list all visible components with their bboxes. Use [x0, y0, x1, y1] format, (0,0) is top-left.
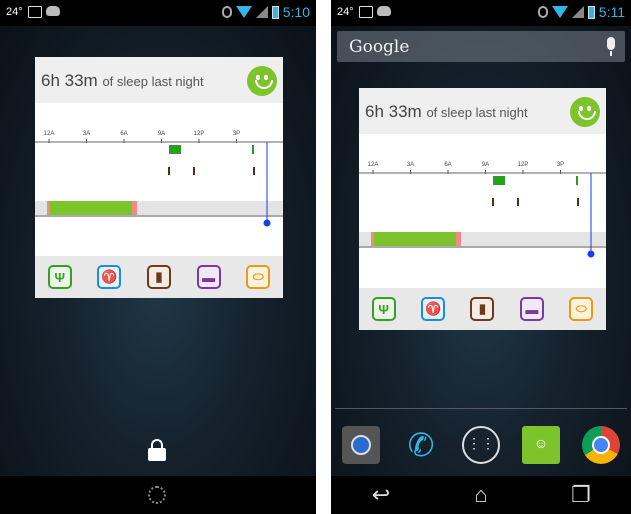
activity-bar: Ψ ♈ ▮ ▬ ⬭	[359, 288, 606, 330]
wake-marker	[371, 232, 374, 246]
lock-icon[interactable]	[148, 439, 166, 461]
tick-label: 3A	[407, 162, 414, 168]
exercise-icon[interactable]: ♈	[97, 265, 122, 289]
smiley-icon[interactable]	[247, 66, 277, 96]
loading-spinner-icon	[148, 486, 166, 504]
widget-header: 6h 33m of sleep last night	[35, 57, 283, 103]
tick-label: 12P	[194, 131, 205, 137]
sleep-bar	[374, 232, 456, 246]
clock: 5:10	[282, 4, 310, 20]
coffee-marker	[168, 167, 170, 175]
sleep-summary: 6h 33m of sleep last night	[365, 102, 528, 122]
exercise-marker	[169, 145, 181, 154]
rotation-icon	[537, 6, 548, 18]
signal-icon	[255, 6, 268, 18]
microphone-icon[interactable]	[607, 37, 615, 56]
tick-label: 9A	[482, 162, 489, 168]
exercise-marker	[252, 145, 254, 154]
medication-icon[interactable]: ⬭	[569, 297, 594, 321]
coffee-icon[interactable]: ▮	[470, 297, 495, 321]
status-bar: 24° 5:10	[0, 0, 316, 26]
tick-label: 6A	[120, 131, 127, 137]
medication-icon[interactable]: ⬭	[246, 265, 271, 289]
sleep-suffix: of sleep last night	[102, 74, 204, 89]
sleep-timeline: 12A 3A 6A 9A 12P 3P	[359, 162, 606, 258]
coffee-marker	[492, 198, 494, 206]
coffee-icon[interactable]: ▮	[146, 265, 171, 289]
sleep-timeline: 12A 3A 6A 9A 12P 3P	[35, 131, 283, 227]
coffee-marker	[517, 198, 519, 206]
sleep-widget[interactable]: 6h 33m of sleep last night 12A 3A 6A 9A 12P 3…	[35, 57, 283, 298]
wake-marker	[456, 232, 461, 246]
tick-label: 12A	[368, 162, 379, 168]
clock: 5:11	[598, 4, 625, 20]
smoking-icon[interactable]: ▬	[519, 297, 544, 321]
status-bar: 24° 5:11	[331, 0, 631, 26]
exercise-icon[interactable]: ♈	[421, 297, 446, 321]
tick-label: 12P	[518, 162, 529, 168]
wake-marker	[47, 201, 50, 215]
gallery-notification-icon	[359, 6, 373, 18]
temperature: 24°	[6, 6, 23, 18]
tick-label: 12A	[44, 131, 55, 137]
exercise-marker	[576, 176, 578, 185]
google-logo: Google	[349, 37, 410, 57]
now-dot	[587, 250, 595, 258]
lock-screen: 24° 5:10 6h 33m of sleep last night 12A 3…	[0, 0, 316, 514]
food-icon[interactable]: Ψ	[47, 265, 72, 289]
sleep-value: 6h 33m	[365, 102, 422, 121]
tick-label: 3A	[83, 131, 90, 137]
smiley-icon[interactable]	[570, 97, 600, 127]
tick-label: 6A	[444, 162, 451, 168]
tick-label: 3P	[557, 162, 564, 168]
widget-header: 6h 33m of sleep last night	[359, 88, 606, 134]
sleep-bar	[50, 201, 132, 215]
coffee-marker	[193, 167, 195, 175]
temperature: 24°	[337, 6, 354, 18]
battery-icon	[271, 5, 279, 19]
activity-bar: Ψ ♈ ▮ ▬ ⬭	[35, 256, 283, 298]
android-notification-icon	[377, 6, 391, 16]
sleep-suffix: of sleep last night	[426, 105, 528, 120]
sleep-value: 6h 33m	[41, 71, 98, 90]
battery-icon	[587, 5, 595, 19]
coffee-marker	[577, 198, 579, 206]
wifi-icon	[235, 6, 252, 18]
sleep-summary: 6h 33m of sleep last night	[41, 71, 204, 91]
signal-icon	[571, 6, 584, 18]
food-icon[interactable]: Ψ	[371, 297, 396, 321]
rotation-icon	[221, 6, 232, 18]
tick-label: 3P	[233, 131, 240, 137]
wifi-icon	[551, 6, 568, 18]
google-search-bar[interactable]: Google	[337, 31, 625, 62]
exercise-marker	[493, 176, 505, 185]
navigation-bar	[0, 476, 316, 514]
coffee-marker	[253, 167, 255, 175]
gallery-notification-icon	[28, 6, 42, 18]
now-dot	[263, 219, 271, 227]
wake-marker	[132, 201, 137, 215]
sleep-widget[interactable]: 6h 33m of sleep last night 12A 3A 6A 9A 12P 3…	[359, 88, 606, 330]
android-notification-icon	[46, 6, 60, 16]
smoking-icon[interactable]: ▬	[196, 265, 221, 289]
tick-label: 9A	[158, 131, 165, 137]
